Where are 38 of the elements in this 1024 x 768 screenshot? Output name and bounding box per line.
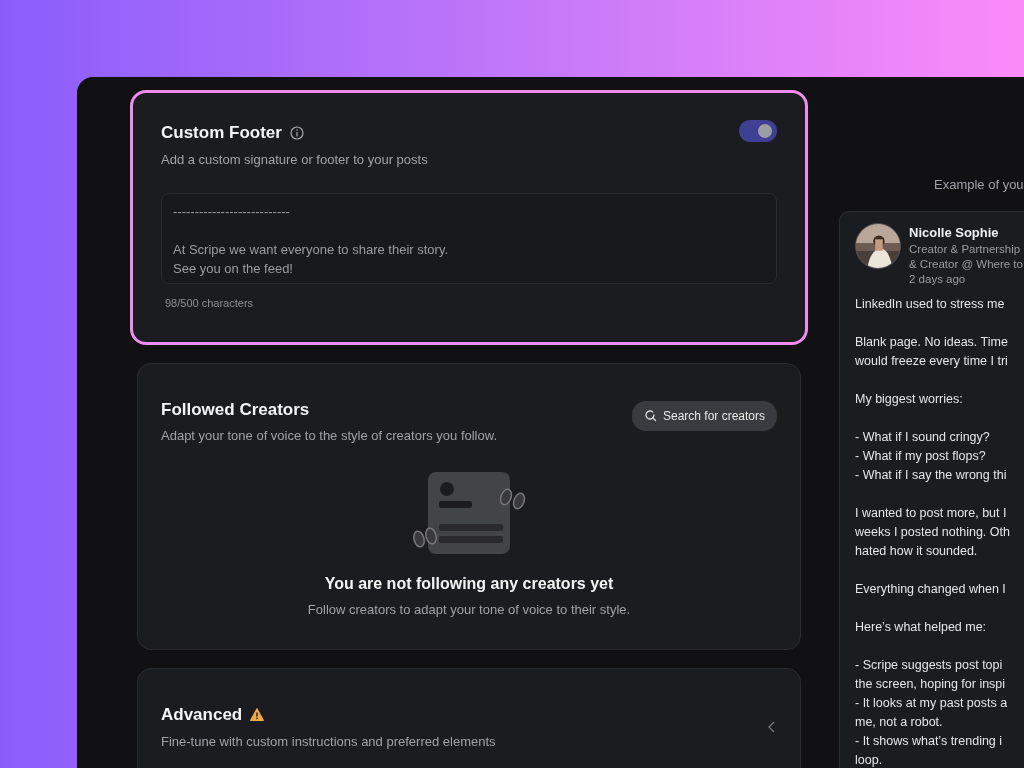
author-headline: & Creator @ Where to xyxy=(909,257,1023,272)
post-text-line: the screen, hoping for inspi xyxy=(855,676,1007,693)
post-text-line: My biggest worries: xyxy=(855,391,964,408)
section-title: Custom Footer xyxy=(161,122,282,144)
post-text-line: - It shows what’s trending i xyxy=(855,733,1004,750)
post-text-line: weeks I posted nothing. Oth xyxy=(855,524,1011,541)
empty-state-title: You are not following any creators yet xyxy=(324,573,614,594)
post-text-line: - It looks at my past posts a xyxy=(855,695,1009,712)
post-text-line: me, not a robot. xyxy=(855,714,944,731)
section-subtitle: Fine-tune with custom instructions and preferred elements xyxy=(161,732,496,751)
post-text-line: I wanted to post more, but I xyxy=(855,505,1008,522)
toggle-switch[interactable] xyxy=(739,120,777,142)
post-text-line: - Scripe suggests post topi xyxy=(855,657,1004,674)
author-name: Nicolle Sophie xyxy=(909,223,1000,242)
info-icon[interactable] xyxy=(289,125,304,140)
post-text-line: would freeze every time I tri xyxy=(855,353,1009,370)
post-text-line: Here’s what helped me: xyxy=(855,619,988,636)
character-counter: 98/500 characters xyxy=(165,296,255,311)
search-creators-button[interactable]: Search for creators xyxy=(631,400,777,431)
section-title: Followed Creators xyxy=(161,398,311,421)
section-subtitle: Add a custom signature or footer to your posts xyxy=(161,150,429,169)
empty-state-text: Follow creators to adapt your tone of voice to their style. xyxy=(307,600,631,619)
section-title: Advanced xyxy=(161,704,243,726)
post-text-line: Blank page. No ideas. Time xyxy=(855,334,1009,351)
post-text-line: - What if I sound cringy? xyxy=(855,429,991,446)
section-subtitle: Adapt your tone of voice to the style of creators you follow. xyxy=(161,427,498,445)
post-text-line: loop. xyxy=(855,752,884,768)
post-text-line: LinkedIn used to stress me xyxy=(855,296,1006,313)
preview-heading: Example of you xyxy=(934,176,1024,194)
search-icon xyxy=(643,409,657,422)
post-text-line: - What if I say the wrong thi xyxy=(855,467,1008,484)
post-text-line: hated how it sounded. xyxy=(855,543,979,560)
post-text-line: - What if my post flops? xyxy=(855,448,987,465)
chevron-icon[interactable] xyxy=(767,720,777,733)
post-text-line: Everything changed when I xyxy=(855,581,1007,598)
author-headline: Creator & Partnership xyxy=(909,242,1022,257)
footer-textarea[interactable]: --------------------------- At Scripe we want everyone to share their story. See you on the feed! xyxy=(161,193,777,284)
post-time: 2 days ago xyxy=(909,272,967,287)
